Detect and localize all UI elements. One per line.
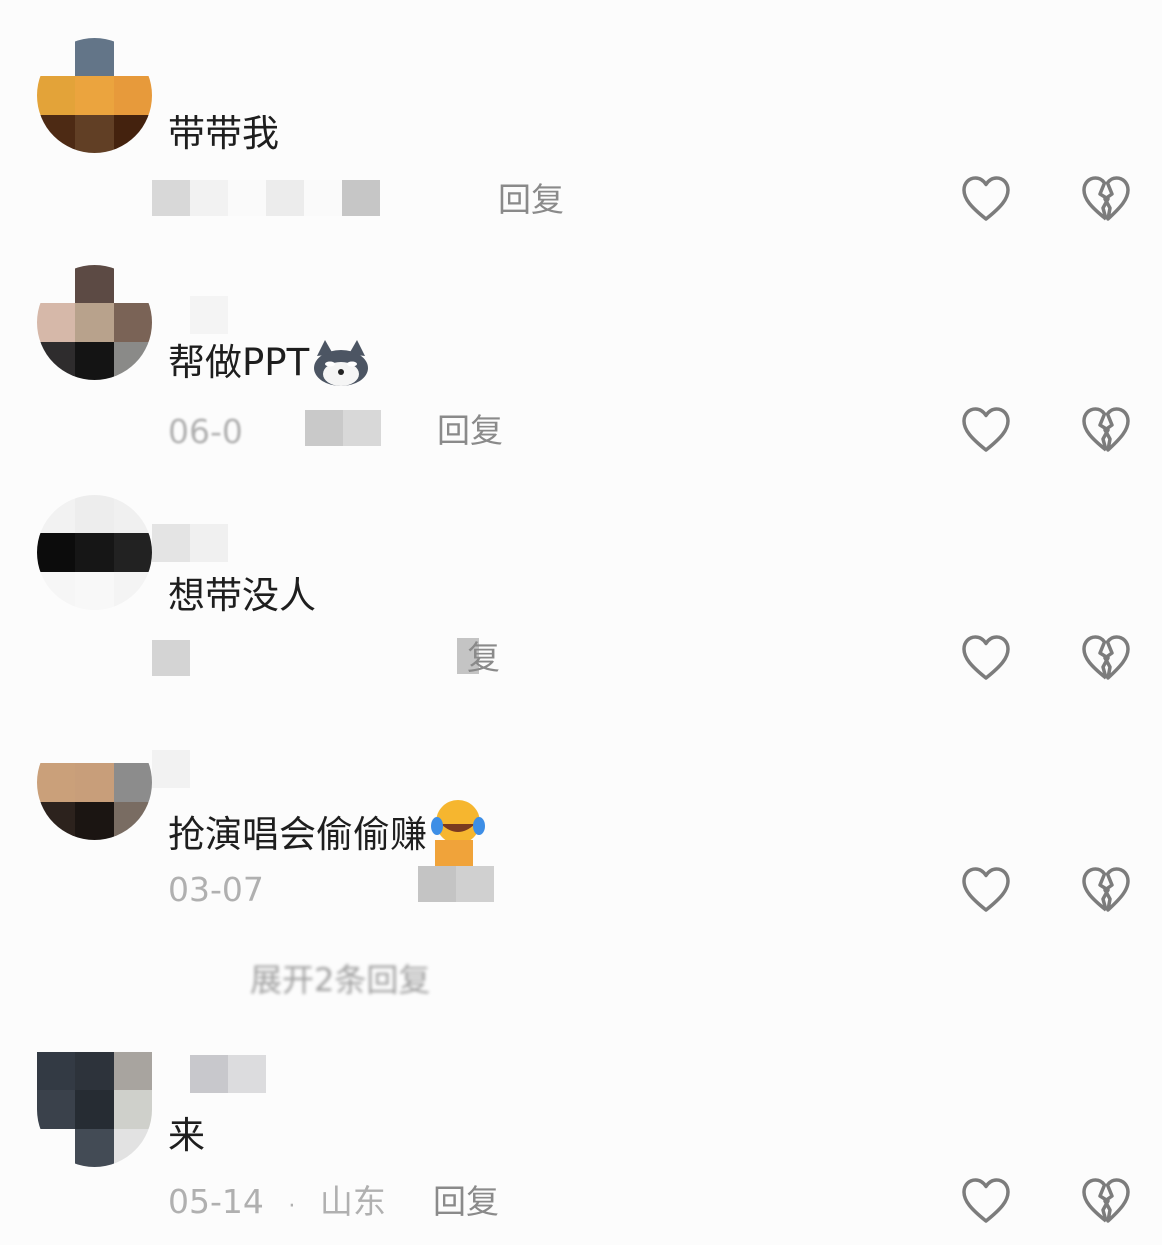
- heart-outline-icon[interactable]: [961, 406, 1011, 454]
- comment-date: 03-07: [168, 870, 264, 909]
- comment-date: 05-14: [168, 1182, 264, 1221]
- username-blur: [190, 296, 228, 334]
- broken-heart-icon[interactable]: [1081, 634, 1131, 682]
- broken-heart-icon[interactable]: [1081, 1177, 1131, 1225]
- meta-blur: [152, 180, 380, 216]
- username-blur: [152, 524, 228, 562]
- comment-date: 06-0: [168, 412, 243, 451]
- expand-replies-button[interactable]: 展开2条回复: [250, 955, 430, 1001]
- heart-outline-icon[interactable]: [961, 634, 1011, 682]
- comment-location: 山东: [319, 1182, 386, 1221]
- reply-button[interactable]: 回复: [498, 180, 564, 220]
- reply-button[interactable]: 回复: [433, 1182, 499, 1222]
- comment-text: 带带我: [168, 112, 279, 155]
- comment-text: 抢演唱会偷偷赚: [168, 800, 487, 870]
- heart-outline-icon[interactable]: [961, 866, 1011, 914]
- reply-button[interactable]: 复: [467, 638, 500, 678]
- meta-blur: [152, 640, 190, 676]
- username-blur: [152, 750, 190, 788]
- avatar[interactable]: [37, 38, 152, 153]
- comment-text: 来: [168, 1114, 205, 1157]
- comment-text: 想带没人: [168, 574, 316, 617]
- broken-heart-icon[interactable]: [1081, 406, 1131, 454]
- location-blur: [418, 866, 494, 902]
- heart-outline-icon[interactable]: [961, 175, 1011, 223]
- reply-button[interactable]: 回复: [437, 411, 503, 451]
- crying-laughing-emoji-icon: [431, 800, 485, 870]
- avatar[interactable]: [37, 495, 152, 610]
- broken-heart-icon[interactable]: [1081, 866, 1131, 914]
- avatar[interactable]: [37, 265, 152, 380]
- broken-heart-icon[interactable]: [1081, 175, 1131, 223]
- heart-outline-icon[interactable]: [961, 1177, 1011, 1225]
- avatar[interactable]: [37, 1052, 152, 1167]
- dog-emoji-icon: [314, 340, 369, 386]
- meta-separator: ·: [288, 1194, 296, 1219]
- location-blur: [305, 410, 381, 446]
- comment-meta: 05-14 · 山东: [168, 1182, 386, 1227]
- username-blur: [190, 1055, 266, 1093]
- comment-text: 帮做PPT: [168, 338, 371, 388]
- avatar[interactable]: [37, 725, 152, 840]
